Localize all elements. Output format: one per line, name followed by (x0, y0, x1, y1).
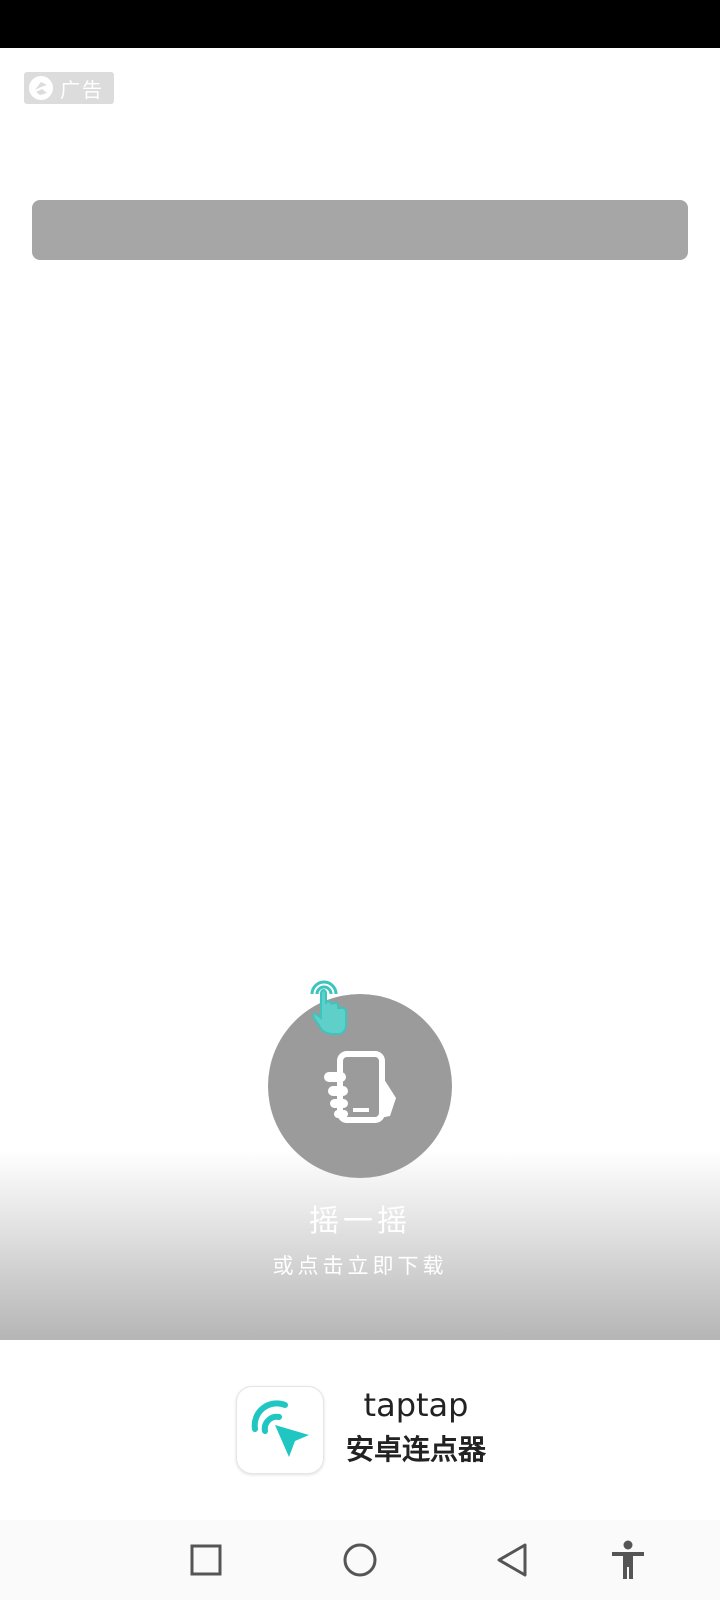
tap-finger-icon (310, 980, 347, 1035)
recent-apps-button[interactable] (166, 1520, 246, 1600)
download-hint[interactable]: 或点击立即下载 (0, 1250, 720, 1280)
status-bar (0, 0, 720, 48)
square-icon (190, 1544, 222, 1576)
ad-label: 广告 (60, 77, 104, 102)
app-name-en: taptap (363, 1386, 469, 1424)
home-button[interactable] (320, 1520, 400, 1600)
ad-placeholder-bar (32, 200, 688, 260)
shake-title: 摇一摇 (309, 1204, 411, 1239)
hand-phone-icon (324, 1051, 396, 1123)
accessibility-icon (612, 1540, 644, 1579)
triangle-back-icon (497, 1543, 527, 1577)
accessibility-button[interactable] (588, 1520, 668, 1600)
back-button[interactable] (472, 1520, 552, 1600)
shake-button[interactable] (268, 994, 452, 1178)
app-card[interactable]: taptap 安卓连点器 (236, 1386, 496, 1476)
ad-badge: 广告 (24, 72, 114, 104)
app-icon[interactable] (236, 1386, 324, 1474)
ad-logo-icon (29, 76, 53, 100)
app-name-cn: 安卓连点器 (345, 1433, 486, 1466)
taptap-cursor-icon (251, 1400, 309, 1457)
circle-icon (343, 1543, 377, 1577)
navigation-bar (0, 1520, 720, 1600)
shake-area[interactable] (0, 1150, 720, 1340)
